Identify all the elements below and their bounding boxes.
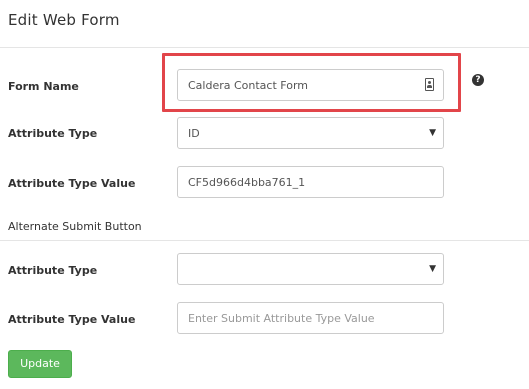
alt-attribute-type-value-input[interactable]: Enter Submit Attribute Type Value — [177, 302, 444, 334]
chevron-down-icon: ▼ — [429, 264, 436, 274]
attribute-type-select[interactable]: ID ▼ — [177, 117, 444, 149]
alternate-submit-section-label: Alternate Submit Button — [8, 220, 142, 233]
section-divider — [0, 240, 529, 241]
attribute-type-label: Attribute Type — [8, 127, 98, 140]
page-header: Edit Web Form — [0, 0, 529, 48]
question-circle-icon[interactable]: ? — [472, 74, 484, 86]
alt-attribute-type-label: Attribute Type — [8, 264, 98, 277]
chevron-down-icon: ▼ — [429, 128, 436, 138]
highlight-box — [162, 53, 461, 112]
attribute-type-value-text: CF5d966d4bba761_1 — [188, 176, 306, 189]
update-button[interactable]: Update — [8, 350, 72, 378]
attribute-type-value-input[interactable]: CF5d966d4bba761_1 — [177, 166, 444, 198]
page-title: Edit Web Form — [8, 11, 120, 29]
alt-attribute-type-value-placeholder: Enter Submit Attribute Type Value — [188, 312, 375, 325]
attribute-type-selected-value: ID — [188, 127, 200, 140]
alt-attribute-type-select[interactable]: ▼ — [177, 253, 444, 285]
alt-attribute-type-value-label: Attribute Type Value — [8, 313, 136, 326]
form-name-label: Form Name — [8, 80, 79, 93]
attribute-type-value-label: Attribute Type Value — [8, 177, 136, 190]
